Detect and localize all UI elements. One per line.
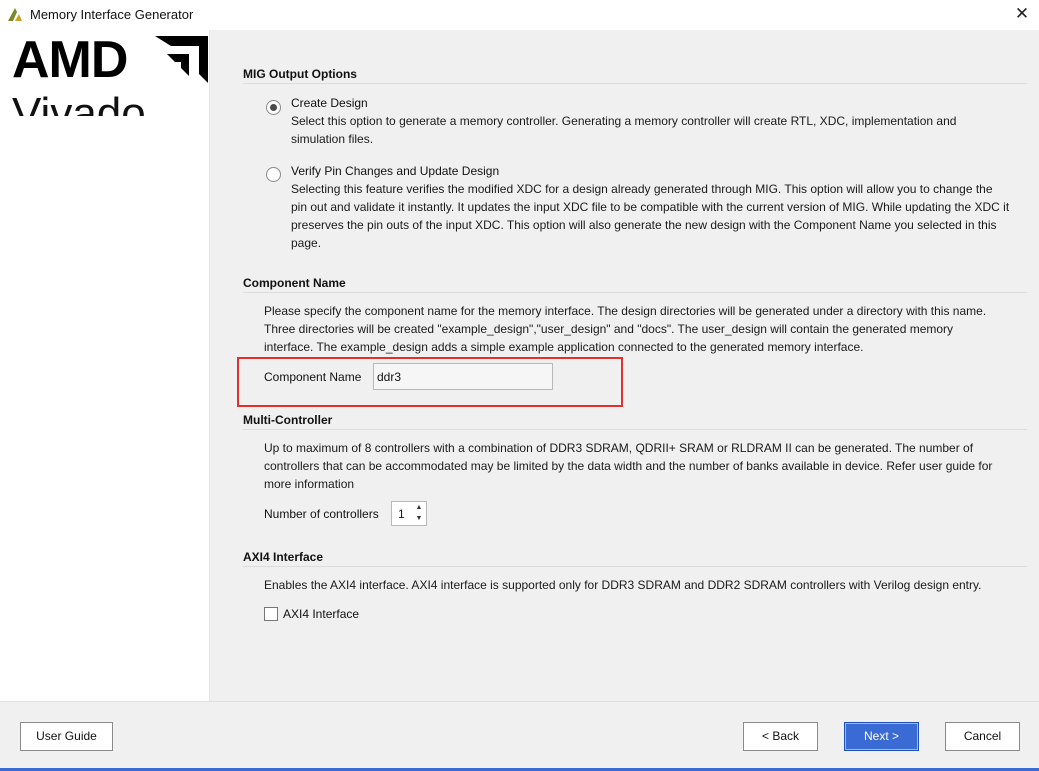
next-button[interactable]: Next >	[844, 722, 919, 751]
axi4-interface-checkbox[interactable]	[264, 607, 278, 621]
vivado-app-icon	[7, 6, 23, 22]
footer-bar: User Guide < Back Next > Cancel	[0, 701, 1039, 771]
logo-product: Vivado	[12, 89, 146, 117]
verify-pin-changes-radio[interactable]	[266, 167, 281, 182]
main-panel: MIG Output Options Create Design Select …	[210, 30, 1039, 701]
component-name-description: Please specify the component name for th…	[264, 304, 987, 354]
amd-vivado-logo: AMD Vivado	[12, 36, 208, 116]
create-design-radio[interactable]	[266, 100, 281, 115]
number-of-controllers-stepper[interactable]: 1 ▲ ▼	[391, 501, 427, 526]
amd-arrow-icon	[155, 36, 208, 83]
multi-controller-description: Up to maximum of 8 controllers with a co…	[264, 441, 993, 491]
verify-pin-changes-description: Selecting this feature verifies the modi…	[291, 182, 1010, 250]
verify-pin-changes-label[interactable]: Verify Pin Changes and Update Design	[291, 164, 499, 178]
user-guide-button[interactable]: User Guide	[20, 722, 113, 751]
component-name-label: Component Name	[264, 370, 362, 384]
chevron-up-icon[interactable]: ▲	[414, 503, 424, 513]
axi4-interface-description: Enables the AXI4 interface. AXI4 interfa…	[264, 578, 982, 592]
create-design-description: Select this option to generate a memory …	[291, 114, 957, 146]
section-divider	[243, 429, 1027, 430]
section-divider	[243, 566, 1027, 567]
mig-output-options-heading: MIG Output Options	[243, 67, 357, 81]
close-icon[interactable]: ✕	[1013, 4, 1031, 24]
window-title: Memory Interface Generator	[30, 7, 194, 22]
section-divider	[243, 83, 1027, 84]
chevron-down-icon[interactable]: ▼	[414, 514, 424, 524]
logo-brand: AMD	[12, 36, 128, 89]
axi4-interface-heading: AXI4 Interface	[243, 550, 324, 564]
back-button[interactable]: < Back	[743, 722, 818, 751]
create-design-label[interactable]: Create Design	[291, 96, 368, 110]
cancel-button[interactable]: Cancel	[945, 722, 1020, 751]
number-of-controllers-value[interactable]: 1	[398, 507, 405, 521]
title-bar: Memory Interface Generator ✕	[0, 0, 1039, 30]
component-name-heading: Component Name	[243, 276, 346, 290]
component-name-input[interactable]	[373, 363, 553, 390]
sidebar: AMD Vivado	[0, 30, 210, 701]
number-of-controllers-label: Number of controllers	[264, 507, 379, 521]
axi4-interface-checkbox-label[interactable]: AXI4 Interface	[283, 607, 359, 621]
multi-controller-heading: Multi-Controller	[243, 413, 333, 427]
section-divider	[243, 292, 1027, 293]
